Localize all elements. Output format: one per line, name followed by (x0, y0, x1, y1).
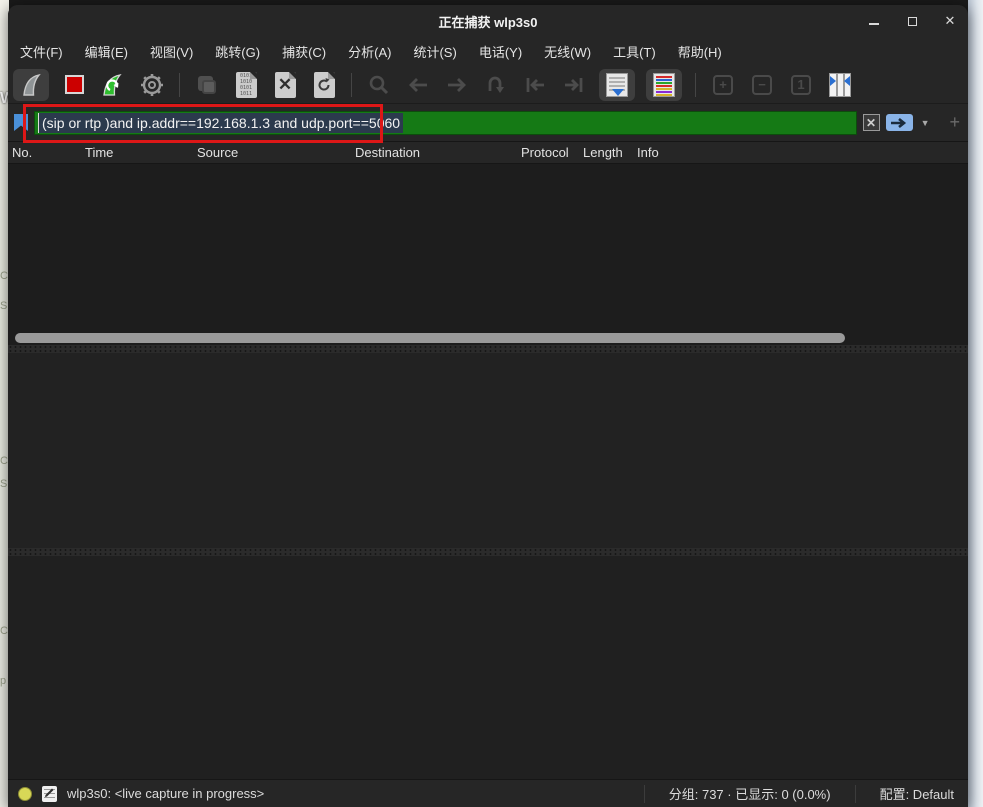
col-length[interactable]: Length (583, 145, 623, 160)
colorize-icon (653, 73, 675, 97)
col-protocol[interactable]: Protocol (521, 145, 569, 160)
go-previous-button[interactable] (404, 71, 432, 99)
pane-splitter[interactable] (8, 548, 968, 556)
menu-file[interactable]: 文件(F) (20, 42, 63, 61)
reload-doc-icon (314, 72, 335, 98)
col-info[interactable]: Info (637, 145, 659, 160)
find-packet-button[interactable] (365, 71, 393, 99)
minimize-button[interactable] (866, 13, 882, 29)
restart-capture-button[interactable] (99, 71, 127, 99)
menu-help[interactable]: 帮助(H) (678, 42, 722, 61)
capture-comment-icon[interactable] (42, 786, 57, 802)
capture-options-button[interactable] (138, 71, 166, 99)
col-no[interactable]: No. (12, 145, 32, 160)
zoom-in-icon: + (713, 75, 733, 95)
go-last-icon (563, 76, 585, 94)
shark-fin-icon (20, 73, 42, 97)
packet-bytes-pane[interactable] (8, 556, 968, 779)
filter-add-button[interactable]: + (949, 112, 960, 133)
menu-capture[interactable]: 捕获(C) (282, 42, 326, 61)
go-first-icon (524, 76, 546, 94)
go-first-button[interactable] (521, 71, 549, 99)
pane-splitter[interactable] (8, 345, 968, 353)
reload-file-button[interactable] (310, 71, 338, 99)
capture-status-text: wlp3s0: <live capture in progress> (67, 786, 634, 801)
restart-fin-icon (101, 73, 125, 97)
menu-view[interactable]: 视图(V) (150, 42, 193, 61)
normal-size-icon: 1 (791, 75, 811, 95)
apply-arrow-icon (890, 118, 908, 128)
menu-analyze[interactable]: 分析(A) (348, 42, 391, 61)
status-separator (855, 785, 856, 803)
packet-counts-text: 分组: 737 · 已显示: 0 (0.0%) (655, 784, 845, 803)
scrollbar-thumb[interactable] (15, 333, 845, 343)
gear-icon (140, 73, 164, 97)
curved-arrow-icon (486, 75, 506, 95)
toolbar-separator (351, 73, 352, 97)
packet-list-pane[interactable] (8, 164, 968, 345)
display-filter-input[interactable]: (sip or rtp )and ip.addr==192.168.1.3 an… (34, 111, 857, 135)
zoom-in-button[interactable]: + (709, 71, 737, 99)
col-destination[interactable]: Destination (355, 145, 420, 160)
wireshark-window: 正在捕获 wlp3s0 ✕ 文件(F) 编辑(E) 视图(V) 跳转(G) 捕获… (8, 5, 968, 807)
close-doc-icon: ✕ (275, 72, 296, 98)
profile-text[interactable]: 配置: Default (866, 784, 954, 803)
open-file-button[interactable] (193, 71, 221, 99)
status-separator (644, 785, 645, 803)
titlebar[interactable]: 正在捕获 wlp3s0 ✕ (8, 5, 968, 37)
filter-text: (sip or rtp )and ip.addr==192.168.1.3 an… (38, 113, 403, 133)
packet-details-pane[interactable] (8, 353, 968, 548)
arrow-right-icon (446, 76, 468, 94)
toolbar-separator (179, 73, 180, 97)
menu-edit[interactable]: 编辑(E) (85, 42, 128, 61)
go-next-button[interactable] (443, 71, 471, 99)
normal-size-button[interactable]: 1 (787, 71, 815, 99)
auto-scroll-button[interactable] (599, 69, 635, 101)
colorize-button[interactable] (646, 69, 682, 101)
status-bar: wlp3s0: <live capture in progress> 分组: 7… (8, 779, 968, 807)
horizontal-scrollbar[interactable] (8, 331, 968, 345)
auto-scroll-icon (606, 73, 628, 97)
arrow-left-icon (407, 76, 429, 94)
search-icon (368, 74, 390, 96)
save-doc-icon: 0101 1010 0101 1011 (236, 72, 257, 98)
open-folder-icon (196, 74, 218, 96)
stop-capture-button[interactable] (60, 71, 88, 99)
filter-dropdown-caret[interactable]: ▼ (919, 118, 932, 128)
menu-tools[interactable]: 工具(T) (613, 42, 656, 61)
col-source[interactable]: Source (197, 145, 238, 160)
filter-bar: (sip or rtp )and ip.addr==192.168.1.3 an… (8, 104, 968, 141)
filter-clear-button[interactable]: ✕ (863, 114, 880, 131)
resize-columns-icon (829, 73, 851, 97)
zoom-out-button[interactable]: − (748, 71, 776, 99)
desktop-edge-right (968, 0, 983, 807)
menu-telephony[interactable]: 电话(Y) (479, 42, 522, 61)
packet-list-header: No. Time Source Destination Protocol Len… (8, 141, 968, 164)
filter-bookmark-icon[interactable] (14, 114, 28, 131)
close-button[interactable]: ✕ (942, 13, 958, 29)
main-toolbar: 0101 1010 0101 1011 ✕ (8, 66, 968, 104)
window-title: 正在捕获 wlp3s0 (439, 12, 538, 31)
toolbar-separator (695, 73, 696, 97)
col-time[interactable]: Time (85, 145, 113, 160)
menu-go[interactable]: 跳转(G) (215, 42, 260, 61)
go-to-packet-button[interactable] (482, 71, 510, 99)
zoom-out-icon: − (752, 75, 772, 95)
save-file-button[interactable]: 0101 1010 0101 1011 (232, 71, 260, 99)
resize-columns-button[interactable] (826, 71, 854, 99)
menubar: 文件(F) 编辑(E) 视图(V) 跳转(G) 捕获(C) 分析(A) 统计(S… (8, 37, 968, 66)
close-file-button[interactable]: ✕ (271, 71, 299, 99)
stop-icon (65, 75, 84, 94)
menu-statistics[interactable]: 统计(S) (413, 42, 456, 61)
expert-info-icon[interactable] (18, 787, 32, 801)
start-capture-button[interactable] (13, 69, 49, 101)
maximize-button[interactable] (904, 13, 920, 29)
go-last-button[interactable] (560, 71, 588, 99)
filter-apply-button[interactable] (886, 114, 913, 131)
menu-wireless[interactable]: 无线(W) (544, 42, 591, 61)
